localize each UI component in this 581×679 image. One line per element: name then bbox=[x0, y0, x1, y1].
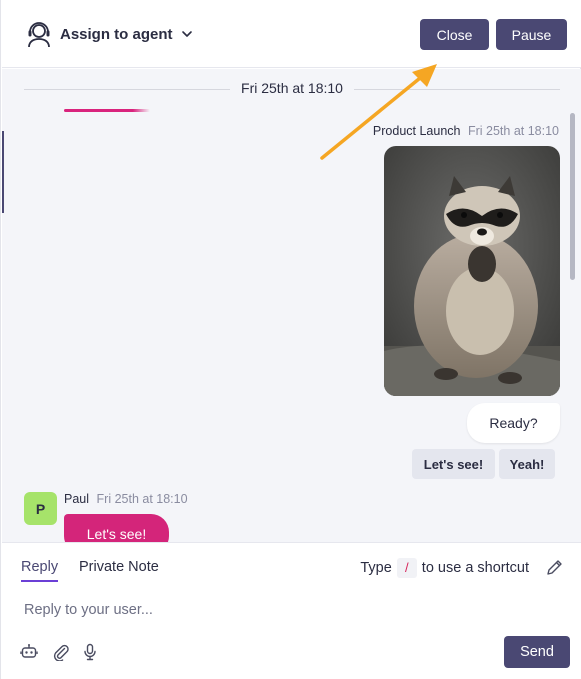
conversation-header: Assign to agent Close Pause bbox=[2, 0, 581, 68]
avatar: P bbox=[24, 492, 57, 525]
user-message-bubble: Let's see! bbox=[64, 514, 169, 542]
user-sender-name: Paul bbox=[64, 492, 90, 506]
date-divider: Fri 25th at 18:10 bbox=[24, 79, 560, 99]
divider-line bbox=[354, 89, 560, 90]
user-message-meta: Paul Fri 25th at 18:10 bbox=[64, 492, 188, 506]
agent-headset-icon bbox=[28, 22, 50, 48]
quick-reply-button[interactable]: Let's see! bbox=[412, 449, 495, 479]
chat-scrollbar[interactable] bbox=[570, 113, 575, 280]
divider-line bbox=[24, 89, 230, 90]
tab-private-note[interactable]: Private Note bbox=[79, 559, 159, 575]
reply-input[interactable] bbox=[24, 599, 494, 621]
paperclip-icon[interactable] bbox=[52, 643, 70, 661]
send-button[interactable]: Send bbox=[504, 636, 570, 668]
shortcut-hint-suffix: to use a shortcut bbox=[421, 560, 529, 576]
raccoon-image[interactable] bbox=[384, 146, 560, 396]
chevron-down-icon bbox=[181, 31, 192, 37]
bot-message-meta: Product Launch Fri 25th at 18:10 bbox=[373, 124, 559, 138]
pause-conversation-button[interactable]: Pause bbox=[496, 19, 567, 50]
shortcut-hint-prefix: Type bbox=[360, 560, 392, 576]
bot-sender-name: Product Launch bbox=[372, 124, 461, 138]
quick-reply-button[interactable]: Yeah! bbox=[499, 449, 555, 479]
panel-edge-accent bbox=[2, 131, 4, 213]
message-thread[interactable]: Fri 25th at 18:10 Product Launch Fri 25t… bbox=[2, 69, 581, 542]
conversation-panel: Assign to agent Close Pause Fri 25th at … bbox=[0, 0, 581, 679]
tab-reply[interactable]: Reply bbox=[21, 559, 59, 582]
shortcut-hint: Type / to use a shortcut bbox=[360, 558, 529, 578]
previous-message-fragment bbox=[64, 109, 150, 112]
bot-icon[interactable] bbox=[20, 643, 38, 661]
assign-to-agent-dropdown[interactable]: Assign to agent bbox=[26, 20, 193, 48]
user-message-time: Fri 25th at 18:10 bbox=[96, 492, 188, 506]
pencil-icon[interactable] bbox=[546, 559, 563, 576]
assign-label: Assign to agent bbox=[60, 25, 173, 43]
reply-composer: Reply Private Note Type / to use a short… bbox=[2, 542, 581, 679]
close-conversation-button[interactable]: Close bbox=[420, 19, 489, 50]
bot-message-bubble: Ready? bbox=[467, 403, 560, 443]
bot-message-time: Fri 25th at 18:10 bbox=[467, 124, 559, 138]
date-divider-label: Fri 25th at 18:10 bbox=[241, 80, 343, 96]
shortcut-key: / bbox=[396, 558, 417, 578]
microphone-icon[interactable] bbox=[81, 643, 99, 661]
